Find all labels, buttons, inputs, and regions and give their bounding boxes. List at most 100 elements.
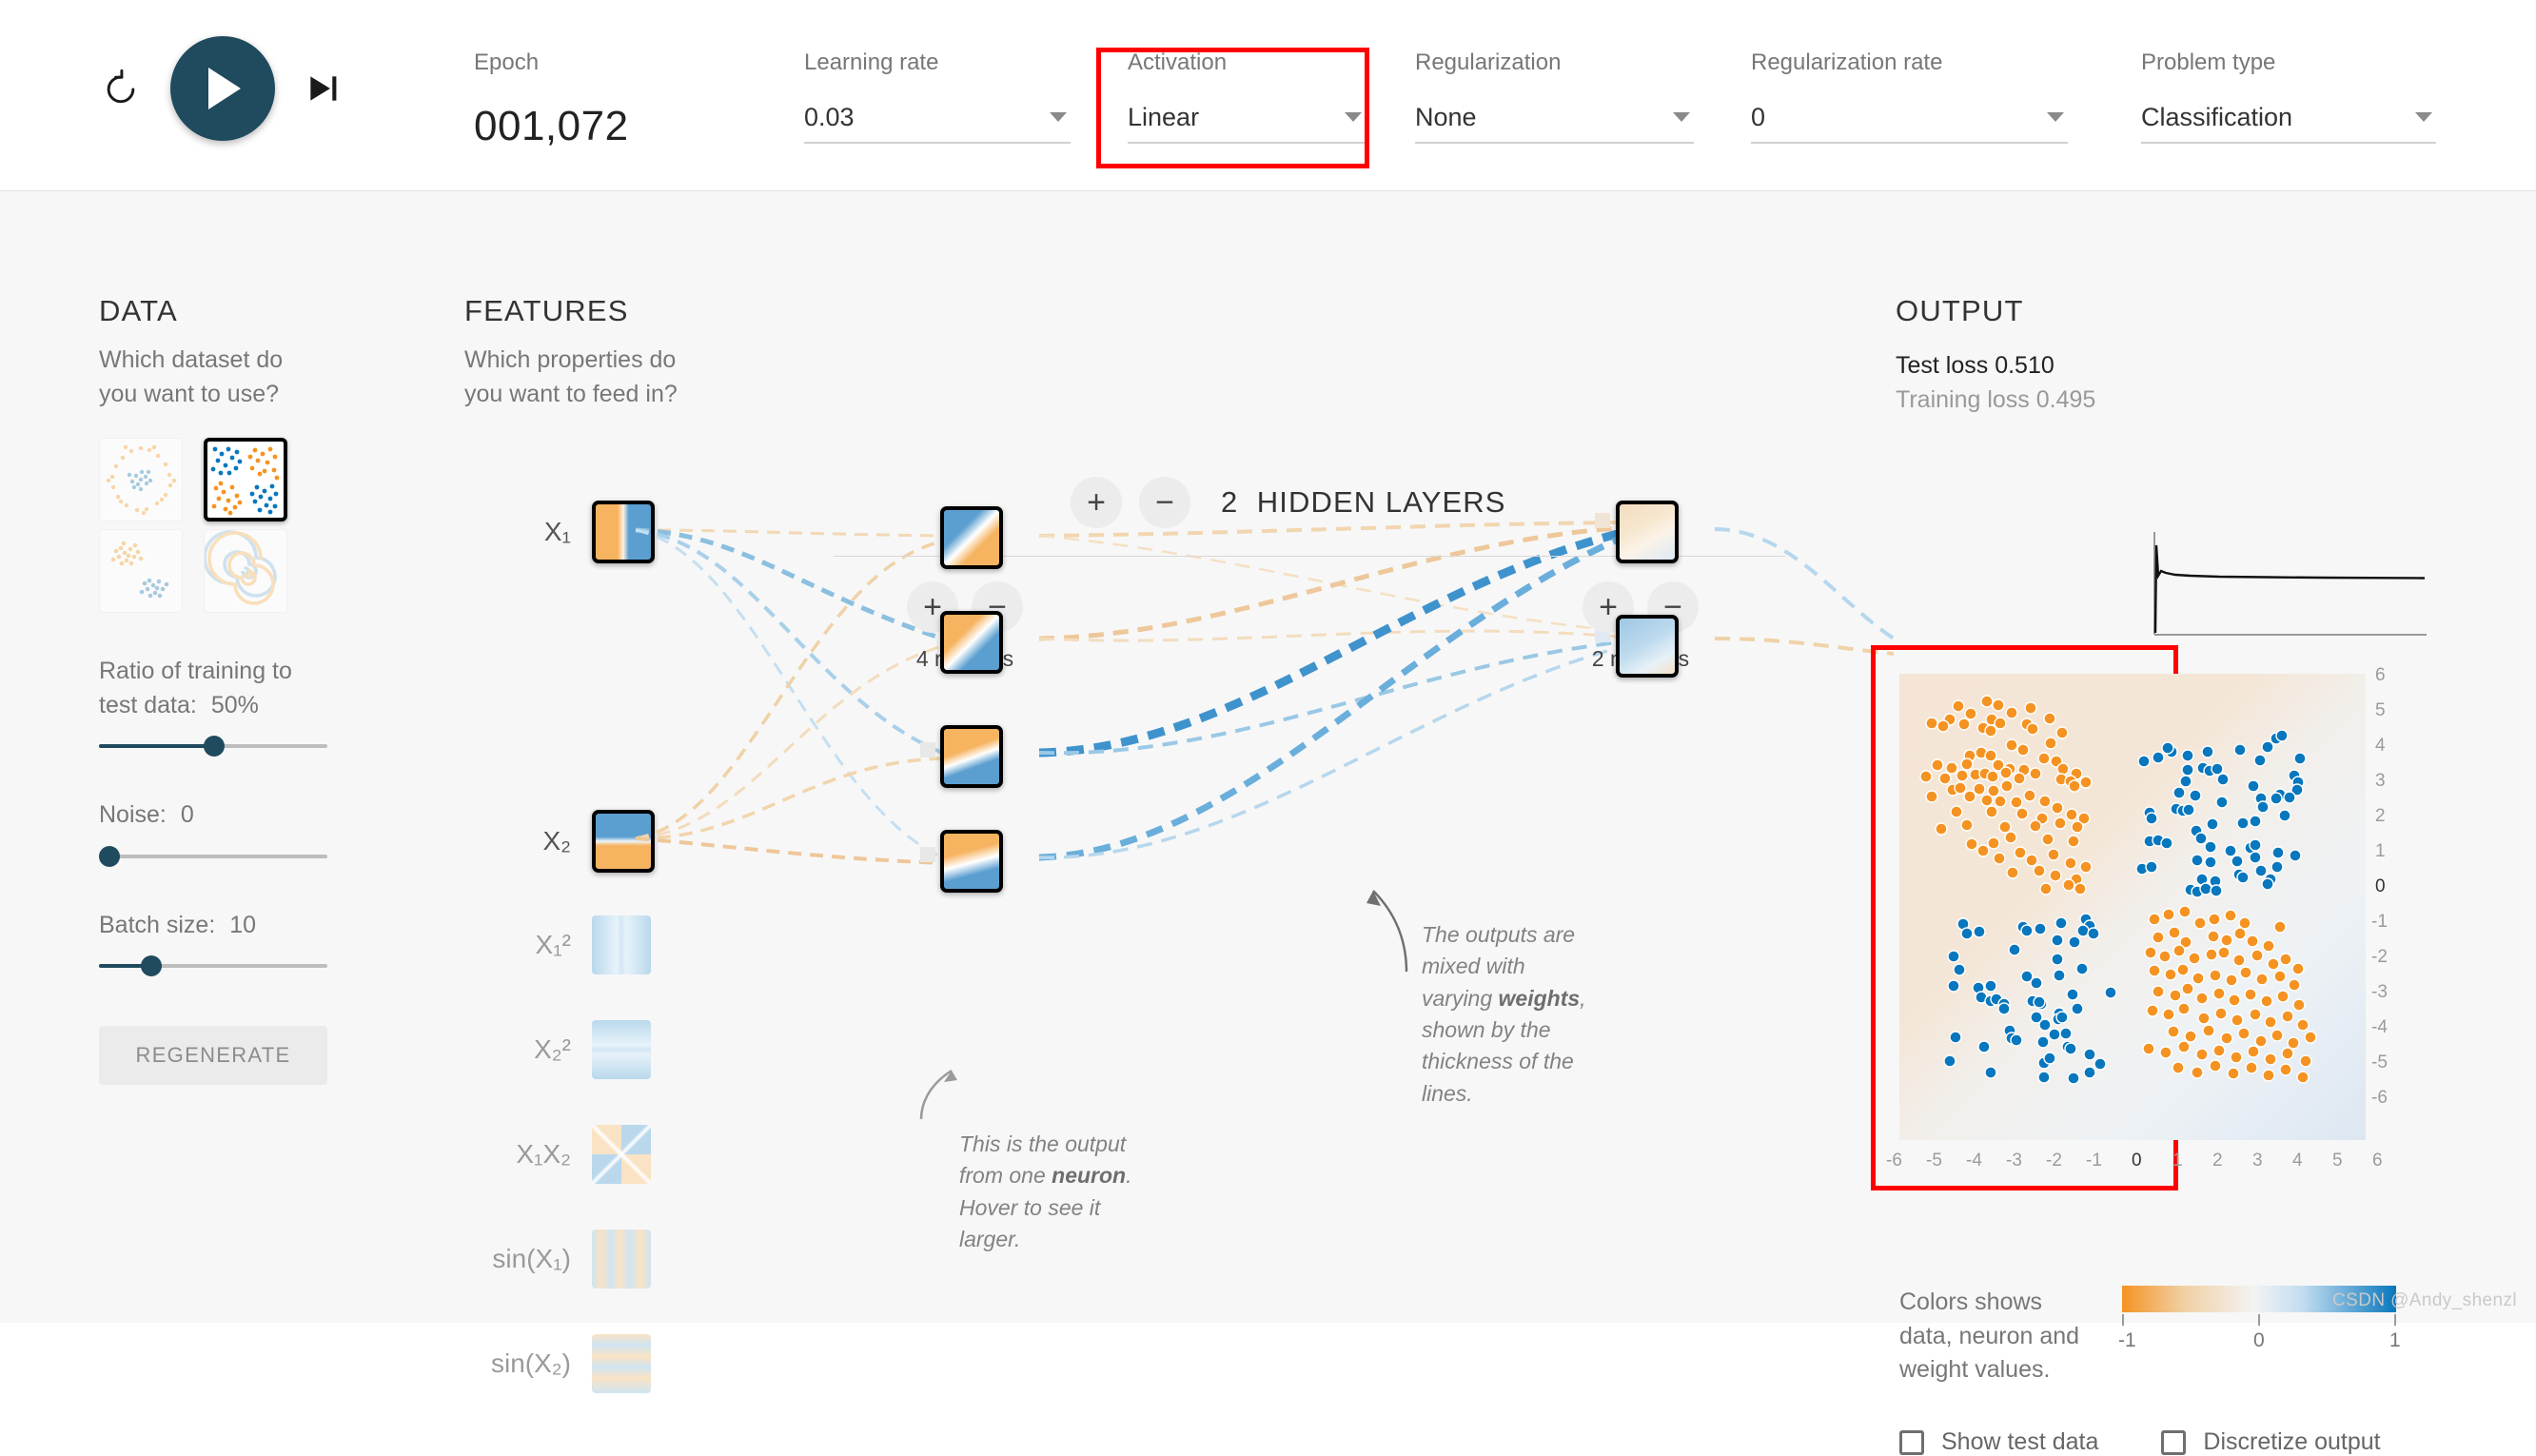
x-tick: -6 — [1886, 1151, 1902, 1171]
features-subtitle: Which properties do you want to feed in? — [464, 346, 678, 407]
discretize-output-checkbox[interactable]: Discretize output — [2161, 1428, 2381, 1456]
noise-label: Noise: 0 — [99, 801, 194, 828]
regularization-select[interactable]: None — [1415, 103, 1694, 144]
chevron-down-icon — [1673, 112, 1690, 122]
problem-type-select[interactable]: Classification — [2141, 103, 2436, 144]
noise-slider[interactable] — [99, 845, 327, 867]
y-tick: 3 — [2375, 771, 2386, 791]
output-column: OUTPUT Test loss 0.510 Training loss 0.4… — [1896, 294, 2095, 417]
feature-label-x1: X₁ — [543, 517, 571, 546]
feature-label-sinx1: sin(X₁) — [492, 1244, 571, 1273]
y-tick: -1 — [2371, 912, 2388, 932]
feature-node-sinx2[interactable] — [592, 1334, 651, 1393]
batch-size-slider[interactable] — [99, 955, 327, 976]
play-button[interactable] — [170, 36, 275, 141]
x-tick: -1 — [2086, 1151, 2102, 1171]
ratio-value: 50% — [210, 691, 259, 718]
feature-node-x2[interactable] — [592, 810, 655, 873]
learning-rate-group: Learning rate 0.03 — [804, 49, 1071, 144]
feature-label-x1x2: X₁X₂ — [516, 1139, 571, 1169]
learning-rate-label: Learning rate — [804, 49, 939, 75]
epoch-value: 001,072 — [474, 103, 629, 149]
watermark: CSDN @Andy_shenzl — [2332, 1290, 2517, 1310]
x-tick: 2 — [2212, 1151, 2223, 1171]
feature-label-x2: X₂ — [542, 826, 571, 856]
feature-node-x1[interactable] — [592, 501, 655, 563]
epoch-group: Epoch 001,072 — [474, 49, 629, 150]
hidden-node-l1-n4[interactable] — [940, 830, 1003, 893]
learning-rate-select[interactable]: 0.03 — [804, 103, 1071, 144]
regularization-rate-value: 0 — [1751, 103, 1766, 131]
callout-neuron-bold: neuron — [1052, 1163, 1127, 1189]
features-title: FEATURES — [464, 294, 629, 327]
callout-neuron: This is the output from one neuron. Hove… — [959, 1131, 1132, 1252]
features-column: FEATURES Which properties do you want to… — [464, 294, 750, 411]
hidden-node-l2-n2[interactable] — [1616, 615, 1679, 678]
slider-knob[interactable] — [204, 736, 225, 757]
learning-rate-value: 0.03 — [804, 103, 855, 131]
ratio-label: Ratio of training to test data: 50% — [99, 658, 292, 718]
node-output-arrow — [999, 851, 1003, 872]
hidden-node-l1-n1[interactable] — [940, 506, 1003, 569]
test-loss-value: Test loss 0.510 — [1896, 352, 2054, 379]
heatmap-points — [1919, 695, 2317, 1085]
hidden-layers-label: HIDDEN LAYERS — [1256, 485, 1506, 519]
feature-node-x1sq[interactable] — [592, 915, 651, 974]
add-layer-button[interactable]: + — [1071, 477, 1122, 528]
dataset-thumb-spiral[interactable] — [204, 529, 287, 613]
hidden-node-l1-n3[interactable] — [940, 725, 1003, 788]
slider-knob[interactable] — [99, 845, 120, 867]
x-tick: 3 — [2252, 1151, 2263, 1171]
y-tick: 2 — [2375, 806, 2386, 826]
feature-row-x2: X₂ — [464, 810, 655, 873]
dataset-thumb-circle[interactable] — [99, 438, 183, 521]
y-tick: 4 — [2375, 736, 2386, 756]
remove-layer-button[interactable]: − — [1139, 477, 1190, 528]
hidden-node-l2-n1[interactable] — [1616, 501, 1679, 563]
y-tick: -3 — [2371, 982, 2388, 1002]
hidden-layers-count: 2 HIDDEN LAYERS — [1221, 485, 1506, 520]
activation-select[interactable]: Linear — [1128, 103, 1366, 144]
y-tick: 1 — [2375, 841, 2386, 861]
node-output-arrow — [999, 632, 1003, 653]
feature-row-sinx1: sin(X₁) — [464, 1230, 651, 1289]
hidden-node-l1-n2[interactable] — [940, 611, 1003, 674]
checkbox-box[interactable] — [1899, 1429, 1924, 1455]
feature-node-sinx1[interactable] — [592, 1230, 651, 1289]
training-loss-value: Training loss 0.495 — [1896, 385, 2096, 413]
node-output-arrow — [999, 746, 1003, 767]
feature-row-x1sq: X₁² — [464, 915, 651, 974]
dataset-thumb-xor[interactable] — [204, 438, 287, 521]
y-tick-zero: 0 — [2375, 876, 2386, 896]
heatmap-canvas — [1899, 674, 2366, 1140]
chevron-down-icon — [1345, 112, 1362, 122]
feature-node-x1x2[interactable] — [592, 1125, 651, 1184]
output-heatmap[interactable] — [1899, 674, 2366, 1140]
loss-readouts: Test loss 0.510 Training loss 0.495 — [1896, 349, 2095, 417]
ratio-slider[interactable] — [99, 736, 327, 757]
dataset-thumbnail-grid — [99, 438, 375, 613]
chevron-down-icon — [2047, 112, 2064, 122]
regenerate-button[interactable]: REGENERATE — [99, 1026, 327, 1085]
colorscale-description: Colors shows data, neuron and weight val… — [1899, 1289, 2080, 1383]
data-column: DATA Which dataset do you want to use? R… — [99, 294, 375, 1085]
dataset-thumb-gaussian[interactable] — [99, 529, 183, 613]
replay-icon[interactable] — [100, 68, 142, 109]
regularization-rate-select[interactable]: 0 — [1751, 103, 2068, 144]
x-tick: 5 — [2332, 1151, 2343, 1171]
feature-row-x2sq: X₂² — [464, 1020, 651, 1079]
step-forward-icon[interactable] — [304, 69, 342, 108]
node-output-arrow — [1675, 521, 1679, 542]
checkbox-box[interactable] — [2161, 1429, 2187, 1455]
show-test-data-checkbox[interactable]: Show test data — [1899, 1428, 2098, 1456]
output-options: Show test data Discretize output — [1899, 1428, 2381, 1456]
slider-knob[interactable] — [141, 955, 162, 976]
problem-type-value: Classification — [2141, 103, 2293, 131]
layer-count-value: 2 — [1221, 485, 1239, 519]
feature-node-x2sq[interactable] — [592, 1020, 651, 1079]
activation-label: Activation — [1128, 49, 1228, 75]
feature-label-sinx2: sin(X₂) — [491, 1348, 571, 1378]
chevron-down-icon — [2415, 112, 2432, 122]
colorscale-tick — [2122, 1314, 2124, 1326]
y-tick: 6 — [2375, 665, 2386, 685]
